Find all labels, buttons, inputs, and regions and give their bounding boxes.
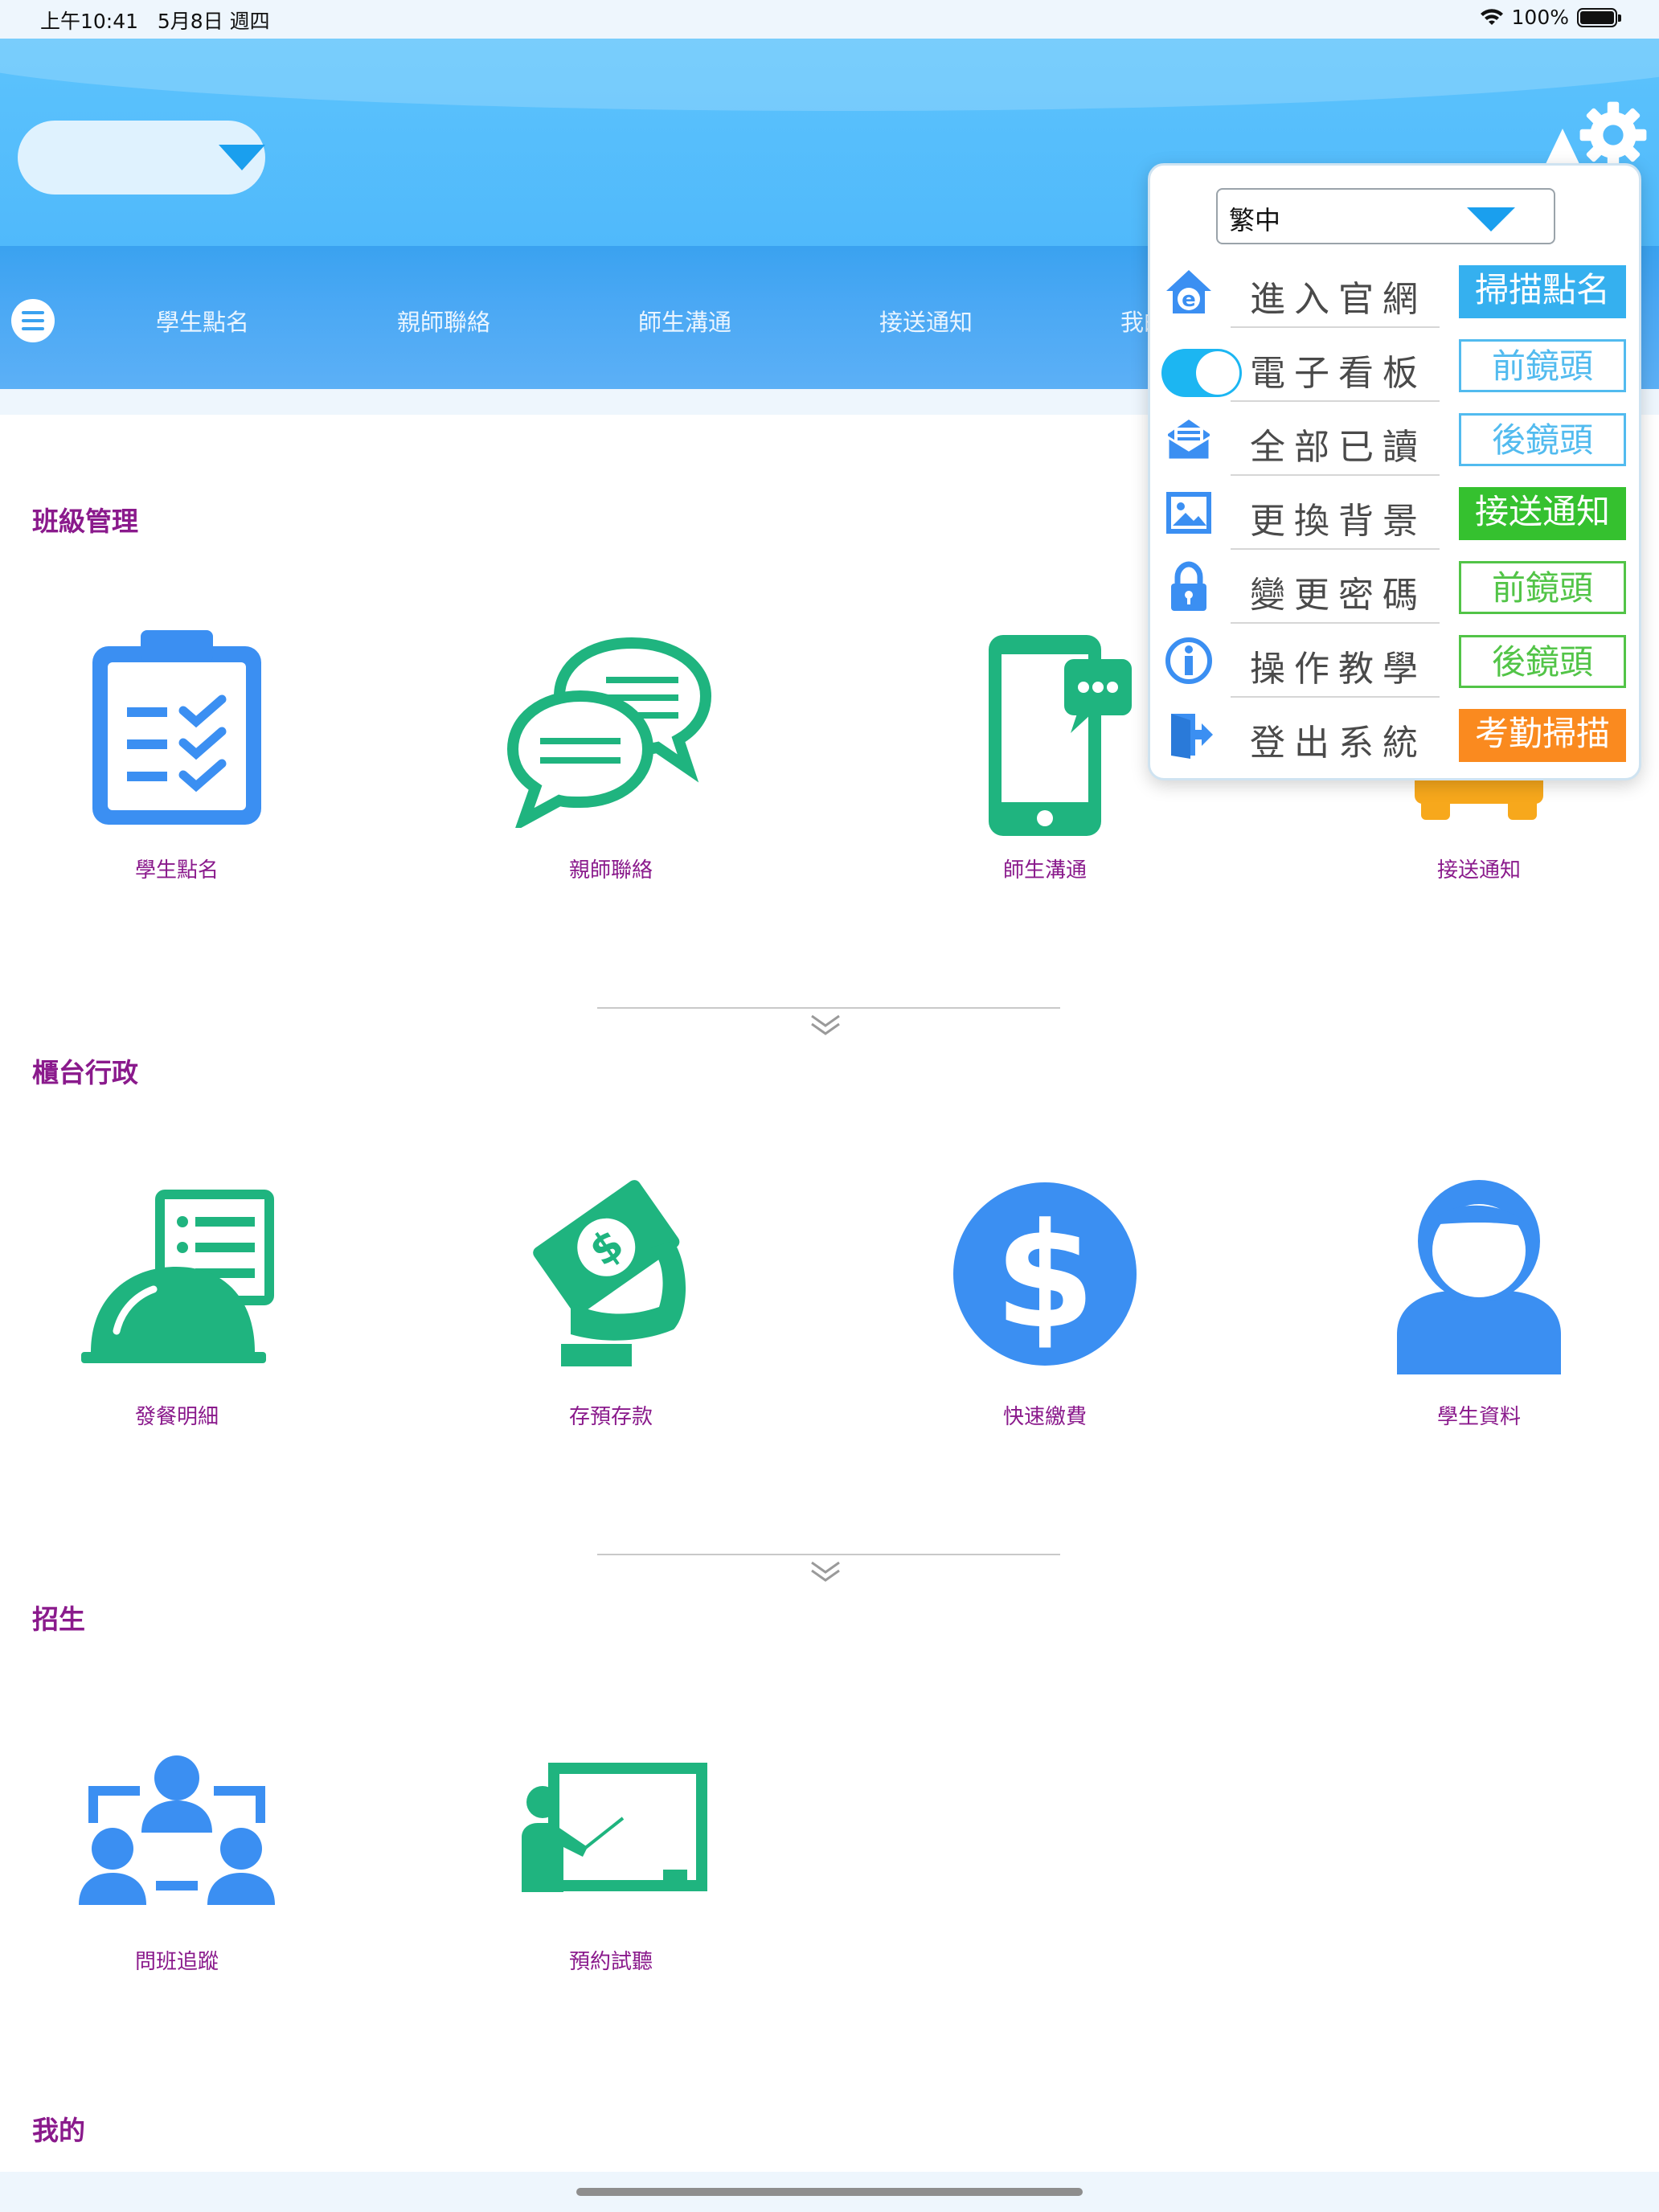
tile-label: 學生點名 (134, 858, 219, 883)
tile-label: 存預存款 (568, 1405, 653, 1429)
team-network-icon (79, 1755, 275, 1905)
language-value: 繁中 (1229, 205, 1281, 236)
svg-text:$: $ (994, 1193, 1095, 1361)
chevron-down-icon (219, 145, 265, 170)
serving-cloche-menu-icon (81, 1190, 274, 1363)
image-icon (1166, 492, 1211, 534)
section-title-mine: 我的 (32, 2115, 85, 2146)
tile-label: 學生資料 (1436, 1405, 1521, 1429)
pickup-notice-button[interactable]: 接送通知 (1459, 487, 1626, 540)
menu-item-logout[interactable]: 登出系統 (1150, 698, 1440, 772)
money-hand-icon: $ (533, 1180, 686, 1366)
status-right: 100% (1480, 6, 1621, 29)
dollar-circle-icon: $ (953, 1182, 1137, 1366)
status-time: 上午10:41 5月8日 週四 (40, 10, 270, 33)
chevron-down-icon (1467, 207, 1515, 231)
nav-item-pickup[interactable]: 接送通知 (879, 304, 973, 338)
chat-bubbles-icon (506, 637, 712, 828)
tile-label: 師生溝通 (1002, 858, 1087, 883)
popover-arrow (1545, 129, 1580, 166)
lock-icon (1171, 561, 1206, 611)
menu-item-change-background[interactable]: 更換背景 (1150, 476, 1440, 550)
menu-item-official-site[interactable]: e 進入官網 (1150, 254, 1440, 328)
school-selector[interactable] (18, 121, 265, 195)
tile-label: 問班追蹤 (134, 1950, 219, 1974)
tile-label: 接送通知 (1436, 858, 1521, 883)
settings-popover: 繁中 e 進入官網 掃描點名 電子看板 前鏡頭 全部已讀 後鏡頭 更換背景 接送… (1148, 163, 1641, 780)
svg-text:e: e (1182, 288, 1196, 312)
menu-item-label: 進入官網 (1250, 279, 1427, 320)
tile-student-data[interactable]: 學生資料 (1302, 1174, 1656, 1431)
wifi-icon (1480, 8, 1503, 25)
section-divider (597, 1554, 1060, 1555)
gear-icon[interactable] (1577, 99, 1649, 171)
menu-item-label: 登出系統 (1250, 723, 1427, 764)
menu-item-label: 全部已讀 (1250, 427, 1427, 468)
section-title-enrollment: 招生 (32, 1604, 85, 1635)
teacher-board-icon (522, 1763, 707, 1892)
tile-quick-payment[interactable]: $ 快速繳費 (868, 1174, 1222, 1431)
section-title-class-management: 班級管理 (32, 506, 138, 537)
menu-item-e-board: 電子看板 (1150, 328, 1440, 402)
tile-label: 發餐明細 (134, 1405, 219, 1429)
tile-label: 快速繳費 (1002, 1405, 1087, 1429)
header-wave-decoration (0, 39, 1659, 111)
battery-icon (1577, 7, 1621, 27)
section-title-front-desk: 櫃台行政 (32, 1057, 138, 1088)
tile-label: 預約試聽 (568, 1950, 653, 1974)
e-board-toggle[interactable] (1161, 349, 1242, 397)
tile-label: 親師聯絡 (568, 858, 653, 883)
tile-student-rollcall[interactable]: 學生點名 (0, 627, 354, 884)
chevron-double-down-icon[interactable] (809, 1559, 842, 1583)
user-profile-icon (1397, 1180, 1561, 1374)
menu-item-label: 更換背景 (1250, 501, 1427, 542)
menu-item-label: 操作教學 (1250, 649, 1427, 690)
clipboard-checklist-icon (92, 630, 261, 825)
nav-item-parent-contact[interactable]: 親師聯絡 (397, 304, 490, 338)
envelope-read-icon (1166, 420, 1211, 461)
chevron-double-down-icon[interactable] (809, 1013, 842, 1037)
hamburger-menu-button[interactable] (11, 299, 55, 342)
home-indicator[interactable] (576, 2188, 1083, 2196)
front-camera-button[interactable]: 前鏡頭 (1459, 339, 1626, 392)
menu-item-label: 變更密碼 (1250, 575, 1427, 616)
menu-item-mark-all-read[interactable]: 全部已讀 (1150, 402, 1440, 476)
section-divider (597, 1007, 1060, 1009)
attendance-scan-button[interactable]: 考勤掃描 (1459, 709, 1626, 762)
logout-door-icon (1171, 714, 1213, 759)
scan-rollcall-button[interactable]: 掃描點名 (1459, 265, 1626, 318)
menu-item-change-password[interactable]: 變更密碼 (1150, 550, 1440, 624)
tile-meal-details[interactable]: 發餐明細 (0, 1174, 354, 1431)
status-bar: 上午10:41 5月8日 週四 100% (0, 0, 1659, 39)
battery-percent: 100% (1511, 6, 1569, 29)
mobile-phone-chat-icon (989, 635, 1132, 836)
home-web-icon: e (1166, 270, 1211, 313)
menu-item-tutorial[interactable]: 操作教學 (1150, 624, 1440, 698)
menu-item-label: 電子看板 (1250, 353, 1427, 394)
rear-camera-button[interactable]: 後鏡頭 (1459, 413, 1626, 466)
nav-item-rollcall[interactable]: 學生點名 (156, 304, 249, 338)
tile-prepaid-deposit[interactable]: $ 存預存款 (434, 1157, 788, 1431)
language-select[interactable]: 繁中 (1216, 188, 1555, 244)
tile-trial-booking[interactable]: 預約試聽 (434, 1760, 788, 1977)
tile-parent-contact[interactable]: 親師聯絡 (434, 627, 788, 884)
front-camera-button-2[interactable]: 前鏡頭 (1459, 561, 1626, 614)
rear-camera-button-2[interactable]: 後鏡頭 (1459, 635, 1626, 688)
tile-inquiry-tracking[interactable]: 問班追蹤 (0, 1752, 354, 1977)
info-icon (1165, 637, 1212, 684)
nav-item-teacher-student[interactable]: 師生溝通 (638, 304, 731, 338)
